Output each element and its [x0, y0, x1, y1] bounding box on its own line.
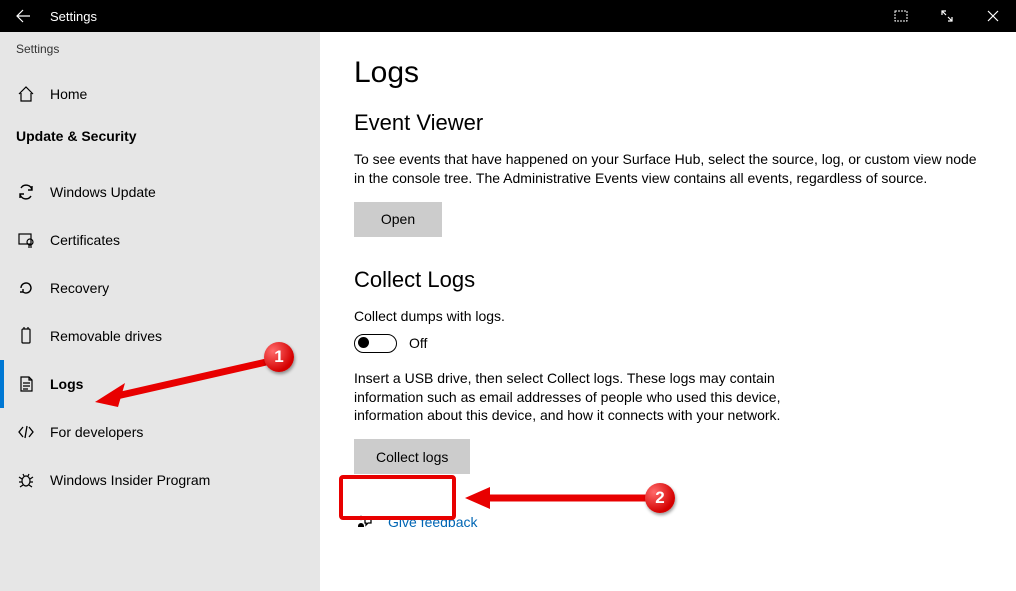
- recovery-icon: [16, 278, 36, 298]
- sidebar-item-logs[interactable]: Logs: [0, 360, 320, 408]
- close-icon: [987, 10, 999, 22]
- annotation-red-box: [339, 475, 456, 520]
- sidebar-item-label: For developers: [50, 424, 143, 440]
- sidebar-item-windows-update[interactable]: Windows Update: [0, 168, 320, 216]
- sidebar-item-insider[interactable]: Windows Insider Program: [0, 456, 320, 504]
- close-button[interactable]: [970, 0, 1016, 32]
- usb-icon: [16, 326, 36, 346]
- sidebar-item-label: Logs: [50, 376, 83, 392]
- sidebar-item-for-developers[interactable]: For developers: [0, 408, 320, 456]
- sidebar-item-label: Home: [50, 86, 87, 102]
- sidebar-item-label: Windows Insider Program: [50, 472, 210, 488]
- event-viewer-heading: Event Viewer: [354, 110, 982, 136]
- back-button[interactable]: [0, 0, 46, 32]
- open-button[interactable]: Open: [354, 202, 442, 237]
- collect-logs-description: Insert a USB drive, then select Collect …: [354, 369, 784, 426]
- sidebar-item-certificates[interactable]: Certificates: [0, 216, 320, 264]
- maximize-button[interactable]: [924, 0, 970, 32]
- sidebar-item-label: Recovery: [50, 280, 109, 296]
- collect-logs-heading: Collect Logs: [354, 267, 982, 293]
- collect-dumps-label: Collect dumps with logs.: [354, 307, 982, 326]
- window-title: Settings: [50, 9, 97, 24]
- page-title: Logs: [354, 56, 982, 90]
- collect-dumps-toggle[interactable]: [354, 334, 397, 353]
- maximize-icon: [940, 9, 954, 23]
- sidebar-item-label: Certificates: [50, 232, 120, 248]
- titlebar: Settings: [0, 0, 1016, 32]
- sidebar-item-home[interactable]: Home: [0, 70, 320, 118]
- certificate-icon: [16, 230, 36, 250]
- sync-icon: [16, 182, 36, 202]
- home-icon: [16, 84, 36, 104]
- rect-icon: [894, 10, 908, 22]
- event-viewer-description: To see events that have happened on your…: [354, 150, 982, 188]
- sidebar-item-label: Windows Update: [50, 184, 156, 200]
- sidebar-item-recovery[interactable]: Recovery: [0, 264, 320, 312]
- sidebar-item-removable-drives[interactable]: Removable drives: [0, 312, 320, 360]
- document-icon: [16, 374, 36, 394]
- breadcrumb: Settings: [0, 32, 320, 70]
- sidebar-item-label: Removable drives: [50, 328, 162, 344]
- sidebar: Settings Home Update & Security Windows …: [0, 32, 320, 591]
- developers-icon: [16, 422, 36, 442]
- sidebar-section-header: Update & Security: [0, 118, 320, 154]
- system-button-1[interactable]: [878, 0, 924, 32]
- collect-logs-button[interactable]: Collect logs: [354, 439, 470, 474]
- bug-icon: [16, 470, 36, 490]
- toggle-state-label: Off: [409, 335, 427, 351]
- arrow-left-icon: [15, 8, 31, 24]
